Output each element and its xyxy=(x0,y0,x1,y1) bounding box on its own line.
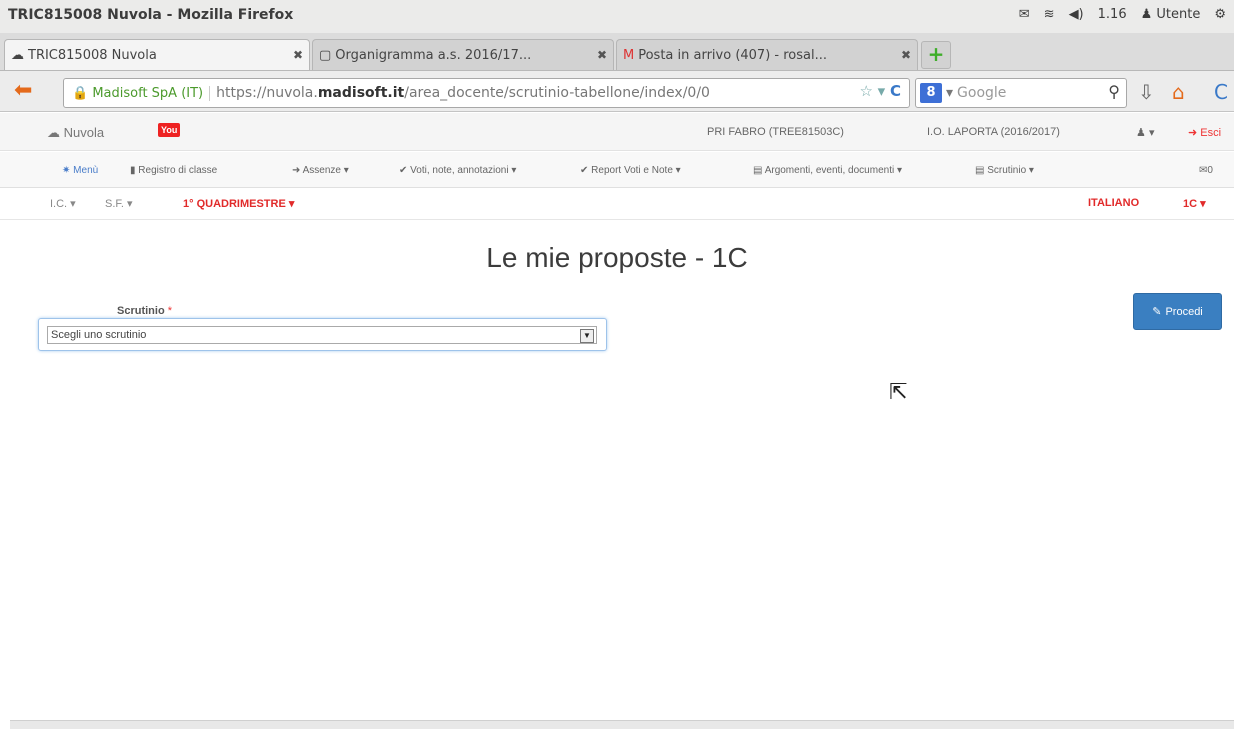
user-dropdown[interactable]: ♟ ▾ xyxy=(1136,126,1154,139)
browser-tab-bar: ☁ TRIC815008 Nuvola ✖ ▢ Organigramma a.s… xyxy=(0,33,1234,71)
period-dropdown[interactable]: 1° QUADRIMESTRE ▾ xyxy=(183,197,294,210)
class-dropdown[interactable]: 1C ▾ xyxy=(1183,197,1206,210)
system-tray: ✉ ≋ ◀) 1.16 ♟ Utente ⚙ xyxy=(1019,7,1226,22)
user-icon: ♟ xyxy=(1136,127,1146,139)
menu-voti[interactable]: ✔ Voti, note, annotazioni ▾ xyxy=(399,165,516,176)
youtube-icon[interactable]: You xyxy=(158,123,181,137)
messages-link[interactable]: ✉0 xyxy=(1199,165,1213,176)
logout-icon: ➜ xyxy=(1188,127,1198,139)
check-icon: ✔ xyxy=(399,165,408,176)
page-title: Le mie proposte - 1C xyxy=(486,242,748,273)
close-tab-icon[interactable]: ✖ xyxy=(293,48,303,62)
check-icon: ✔ xyxy=(580,165,589,176)
close-tab-icon[interactable]: ✖ xyxy=(597,48,607,62)
user-menu[interactable]: ♟ Utente xyxy=(1141,7,1201,22)
sf-dropdown[interactable]: S.F. ▾ xyxy=(105,197,133,210)
signout-icon: ➜ xyxy=(292,165,301,176)
institute-label[interactable]: I.O. LAPORTA (2016/2017) xyxy=(927,126,1060,138)
mouse-cursor-icon: ⇱ xyxy=(889,380,908,405)
home-icon[interactable]: ⌂ xyxy=(1172,80,1185,104)
document-icon: ▢ xyxy=(319,47,332,63)
app-header: ☁ Nuvola You PRI FABRO (TREE81503C) I.O.… xyxy=(0,113,1234,151)
search-icon[interactable]: ⚲ xyxy=(1108,82,1120,101)
user-icon: ♟ xyxy=(1140,7,1153,22)
required-mark: * xyxy=(167,305,173,317)
sync-icon[interactable]: C xyxy=(1214,80,1228,104)
search-placeholder: Google xyxy=(957,85,1007,101)
book-icon: ▮ xyxy=(130,165,136,176)
window-title: TRIC815008 Nuvola - Mozilla Firefox xyxy=(8,7,294,23)
address-bar[interactable]: 🔒 Madisoft SpA (IT) https://nuvola.madis… xyxy=(63,78,910,108)
dropdown-arrow-icon[interactable]: ▼ xyxy=(580,329,594,343)
site-identity[interactable]: 🔒 Madisoft SpA (IT) xyxy=(64,85,211,101)
list-icon: ▤ xyxy=(975,165,985,176)
logout-link[interactable]: ➜ Esci xyxy=(1188,126,1221,139)
cloud-icon: ☁ xyxy=(47,125,60,140)
subject-label[interactable]: ITALIANO xyxy=(1088,197,1139,209)
clock[interactable]: 1.16 xyxy=(1098,7,1127,22)
search-box[interactable]: 8 ▾ Google ⚲ xyxy=(915,78,1127,108)
menu-registro-classe[interactable]: ▮ Registro di classe xyxy=(130,165,217,176)
new-tab-button[interactable]: + xyxy=(921,41,951,69)
filter-bar: I.C. ▾ S.F. ▾ 1° QUADRIMESTRE ▾ ITALIANO… xyxy=(0,188,1234,220)
url-text: https://nuvola.madisoft.it/area_docente/… xyxy=(216,85,710,101)
scrutinio-select[interactable]: Scegli uno scrutinio ▼ xyxy=(38,318,607,351)
menu-home[interactable]: ✷ Menù xyxy=(62,165,98,176)
volume-icon[interactable]: ◀) xyxy=(1069,7,1084,22)
menu-scrutinio[interactable]: ▤ Scrutinio ▾ xyxy=(975,165,1034,176)
ic-dropdown[interactable]: I.C. ▾ xyxy=(50,197,76,210)
school-label: PRI FABRO (TREE81503C) xyxy=(707,126,844,138)
horizontal-scrollbar[interactable] xyxy=(10,720,1234,729)
chevron-down-icon[interactable]: ▾ xyxy=(946,85,953,101)
tab-gmail[interactable]: M Posta in arrivo (407) - rosal... ✖ xyxy=(616,39,918,70)
close-tab-icon[interactable]: ✖ xyxy=(901,48,911,62)
menu-assenze[interactable]: ➜ Assenze ▾ xyxy=(292,165,349,176)
scrutinio-select-value[interactable]: Scegli uno scrutinio ▼ xyxy=(47,326,597,344)
menu-icon: ✷ xyxy=(62,165,71,176)
lock-icon: 🔒 xyxy=(72,85,89,101)
gmail-icon: M xyxy=(623,47,635,63)
user-name: Utente xyxy=(1156,7,1201,22)
tab-label: Posta in arrivo (407) - rosal... xyxy=(638,47,827,63)
wifi-icon[interactable]: ≋ xyxy=(1044,7,1055,22)
back-arrow-icon[interactable]: ⬅ xyxy=(14,78,32,103)
list-icon: ▤ xyxy=(753,165,763,176)
download-icon[interactable]: ⇩ xyxy=(1138,80,1155,104)
bookmark-star-icon[interactable]: ☆ ▾ C xyxy=(859,82,901,100)
os-title-bar: TRIC815008 Nuvola - Mozilla Firefox ✉ ≋ … xyxy=(0,0,1234,33)
browser-nav-bar: ⬅ 🔒 Madisoft SpA (IT) https://nuvola.mad… xyxy=(0,71,1234,112)
tab-label: Organigramma a.s. 2016/17... xyxy=(335,47,532,63)
menu-report[interactable]: ✔ Report Voti e Note ▾ xyxy=(580,165,681,176)
cloud-icon: ☁ xyxy=(11,47,24,63)
menu-argomenti[interactable]: ▤ Argomenti, eventi, documenti ▾ xyxy=(753,165,902,176)
tab-nuvola[interactable]: ☁ TRIC815008 Nuvola ✖ xyxy=(4,39,310,70)
edit-icon: ✎ xyxy=(1152,306,1162,318)
main-menu: ✷ Menù ▮ Registro di classe ➜ Assenze ▾ … xyxy=(0,152,1234,188)
search-engine-icon[interactable]: 8 xyxy=(920,83,942,103)
tab-organigramma[interactable]: ▢ Organigramma a.s. 2016/17... ✖ xyxy=(312,39,614,70)
power-icon[interactable]: ⚙ xyxy=(1214,7,1226,22)
scrutinio-label: Scrutinio * xyxy=(117,305,173,317)
tab-label: TRIC815008 Nuvola xyxy=(28,47,157,63)
mail-icon[interactable]: ✉ xyxy=(1019,7,1030,22)
procedi-button[interactable]: ✎ Procedi xyxy=(1133,293,1222,330)
brand-logo[interactable]: ☁ Nuvola xyxy=(47,125,104,141)
